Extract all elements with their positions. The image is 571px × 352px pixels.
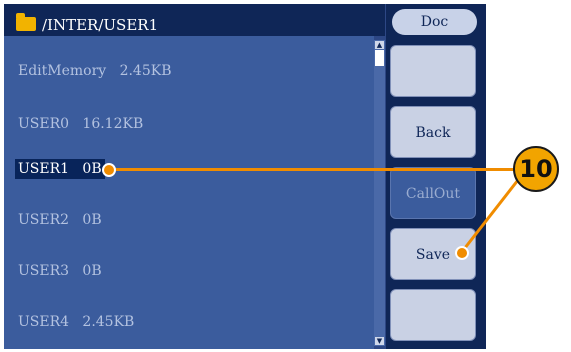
file-item-user4[interactable]: USER4 2.45KB (18, 312, 134, 332)
file-item-user0[interactable]: USER0 16.12KB (18, 114, 143, 134)
file-name: USER0 (18, 116, 70, 132)
callout-badge: 10 (513, 146, 559, 192)
file-item-user3[interactable]: USER3 0B (18, 261, 102, 281)
file-item-editmemory[interactable]: EditMemory 2.45KB (18, 61, 172, 81)
folder-icon (16, 13, 36, 31)
callout-dot-user1 (102, 163, 116, 177)
file-item-user2[interactable]: USER2 0B (18, 210, 102, 230)
scroll-up-icon[interactable]: ▲ (375, 41, 384, 49)
file-size: 0B (82, 212, 102, 228)
back-button[interactable]: Back (390, 106, 476, 158)
scrollbar[interactable]: ▲ ▼ (374, 40, 385, 346)
file-name: EditMemory (18, 63, 107, 79)
doc-button[interactable]: Doc (392, 9, 477, 35)
title-bar: /INTER/USER1 (4, 4, 385, 36)
file-size: 0B (82, 161, 102, 177)
file-item-user1-selected[interactable]: USER1 0B (15, 159, 105, 179)
file-size: 16.12KB (82, 116, 144, 132)
file-name: USER4 (18, 314, 70, 330)
file-size: 2.45KB (119, 63, 172, 79)
file-name: USER1 (18, 161, 70, 177)
callout-line-horizontal (108, 168, 515, 171)
file-list: EditMemory 2.45KB USER0 16.12KB USER1 0B… (4, 36, 374, 349)
scroll-thumb[interactable] (375, 50, 384, 66)
callout-dot-save (455, 246, 469, 260)
file-size: 0B (82, 263, 102, 279)
softkey-5[interactable] (390, 289, 476, 341)
softkey-1[interactable] (390, 45, 476, 97)
file-name: USER3 (18, 263, 70, 279)
current-path: /INTER/USER1 (42, 16, 159, 34)
scroll-down-icon[interactable]: ▼ (375, 337, 384, 345)
file-name: USER2 (18, 212, 70, 228)
file-size: 2.45KB (82, 314, 135, 330)
